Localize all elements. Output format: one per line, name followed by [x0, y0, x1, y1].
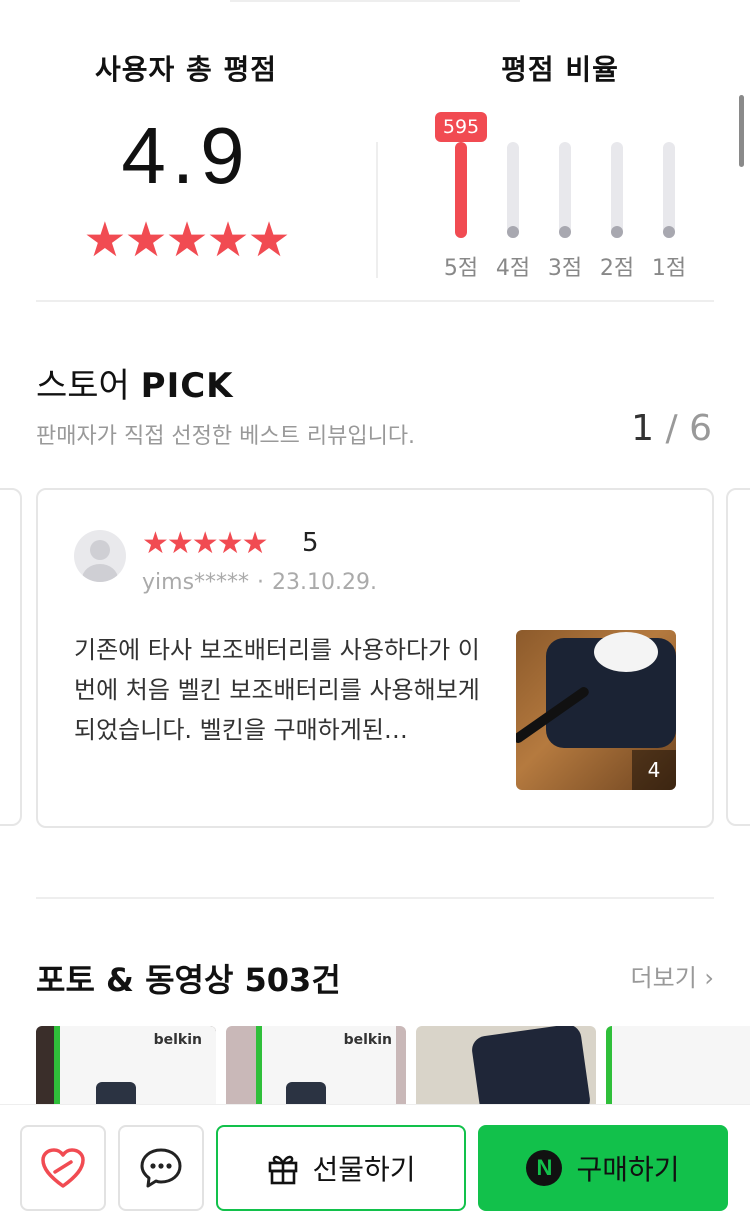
- review-stars: ★★★★★: [142, 526, 268, 561]
- rating-bar-label: 2점: [599, 256, 635, 281]
- rating-bar-label: 4점: [495, 256, 531, 281]
- heart-icon: [41, 1148, 85, 1188]
- review-card[interactable]: ★★★★★ 5 yims***** · 23.10.29. 기존에 타사 보조배터리…: [36, 488, 714, 828]
- photo-thumbnail[interactable]: belkin: [36, 1026, 216, 1116]
- rating-bar-track: [507, 142, 519, 238]
- wishlist-button[interactable]: [20, 1125, 106, 1211]
- review-text: 기존에 타사 보조배터리를 사용하다가 이번에 처음 벨킨 보조배터리를 사용해…: [74, 636, 480, 744]
- previous-review-card[interactable]: [0, 488, 22, 826]
- rating-bar-track: [559, 142, 571, 238]
- product-box-image: [606, 1026, 750, 1116]
- rating-bar-track: [455, 142, 467, 238]
- rating-bar: 1점: [643, 118, 695, 298]
- rating-ratio-chart: 595 5점 4점 3점 2점 1점: [435, 112, 705, 298]
- review-date: 23.10.29.: [272, 570, 377, 595]
- review-meta: yims***** · 23.10.29.: [142, 570, 377, 595]
- gift-button-label: 선물하기: [312, 1153, 416, 1186]
- store-pick-title-bold: PICK: [140, 366, 234, 406]
- rating-summary: 사용자 총 평점 4.9 ★★★★★ 평점 비율 595 5점 4점 3점 2점 1점: [0, 0, 750, 300]
- average-stars: ★★★★★: [83, 212, 290, 268]
- device-image: [470, 1026, 592, 1116]
- store-pick-title-prefix: 스토어: [36, 366, 130, 406]
- section-divider: [36, 897, 714, 899]
- photo-count-badge: 4: [632, 750, 676, 790]
- rating-bar: 4점: [487, 118, 539, 298]
- photo-section-title: 포토 & 동영상 503건: [36, 961, 341, 999]
- chat-icon: [140, 1148, 182, 1188]
- buy-button-label: 구매하기: [576, 1153, 680, 1186]
- rating-ratio-title: 평점 비율: [501, 53, 619, 86]
- review-meta-dot: ·: [257, 570, 265, 595]
- bottom-action-bar: 선물하기 N 구매하기: [0, 1104, 750, 1219]
- photo-thumbnail[interactable]: [416, 1026, 596, 1116]
- rating-bar-label: 3점: [547, 256, 583, 281]
- rating-bar-dot: [559, 226, 571, 238]
- rating-bar: 2점: [591, 118, 643, 298]
- naver-pay-icon: N: [526, 1150, 563, 1186]
- total-rating-title: 사용자 총 평점: [94, 53, 278, 86]
- rating-bar-dot: [611, 226, 623, 238]
- total-rating: 사용자 총 평점 4.9 ★★★★★: [36, 48, 336, 264]
- photo-thumbnail[interactable]: [606, 1026, 750, 1116]
- gift-button[interactable]: 선물하기: [216, 1125, 466, 1211]
- rating-bar: 595 5점: [435, 112, 487, 298]
- avatar: [74, 530, 126, 582]
- photo-brand-text: belkin: [343, 1032, 392, 1048]
- store-pick-subtitle: 판매자가 직접 선정한 베스트 리뷰입니다.: [36, 424, 416, 449]
- photo-thumbnail[interactable]: belkin: [226, 1026, 406, 1116]
- rating-bar-fill: [455, 142, 467, 238]
- rating-bar-dot: [663, 226, 675, 238]
- rating-bar-track: [663, 142, 675, 238]
- section-divider: [36, 300, 714, 302]
- gift-icon: [269, 1155, 298, 1185]
- next-review-card[interactable]: [726, 488, 750, 826]
- average-score: 4.9: [121, 111, 251, 200]
- store-pick-title: 스토어 PICK: [36, 358, 234, 407]
- review-score: 5: [302, 528, 319, 558]
- photo-strip: belkin belkin: [36, 1026, 750, 1116]
- rating-ratio: 평점 비율 595 5점 4점 3점 2점 1점: [410, 48, 710, 281]
- talk-button[interactable]: [118, 1125, 204, 1211]
- pager-separator: /: [665, 408, 678, 449]
- pager-current: 1: [631, 408, 655, 449]
- buy-button[interactable]: N 구매하기: [478, 1125, 728, 1211]
- rating-bar-track: [611, 142, 623, 238]
- rating-bar-label: 1점: [651, 256, 687, 281]
- review-photo[interactable]: 4: [516, 630, 676, 790]
- photo-brand-text: belkin: [153, 1032, 202, 1048]
- rating-bar-count: 595: [435, 112, 487, 142]
- summary-divider: [376, 142, 378, 278]
- review-user: yims*****: [142, 570, 250, 595]
- charger-pad-image: [594, 632, 658, 672]
- more-link[interactable]: 더보기 ›: [631, 958, 714, 993]
- rating-bar-label: 5점: [443, 256, 479, 281]
- rating-bar-dot: [507, 226, 519, 238]
- pager-total: 6: [689, 408, 712, 449]
- rating-bar: 3점: [539, 118, 591, 298]
- store-pick-pager: 1 / 6: [631, 408, 712, 449]
